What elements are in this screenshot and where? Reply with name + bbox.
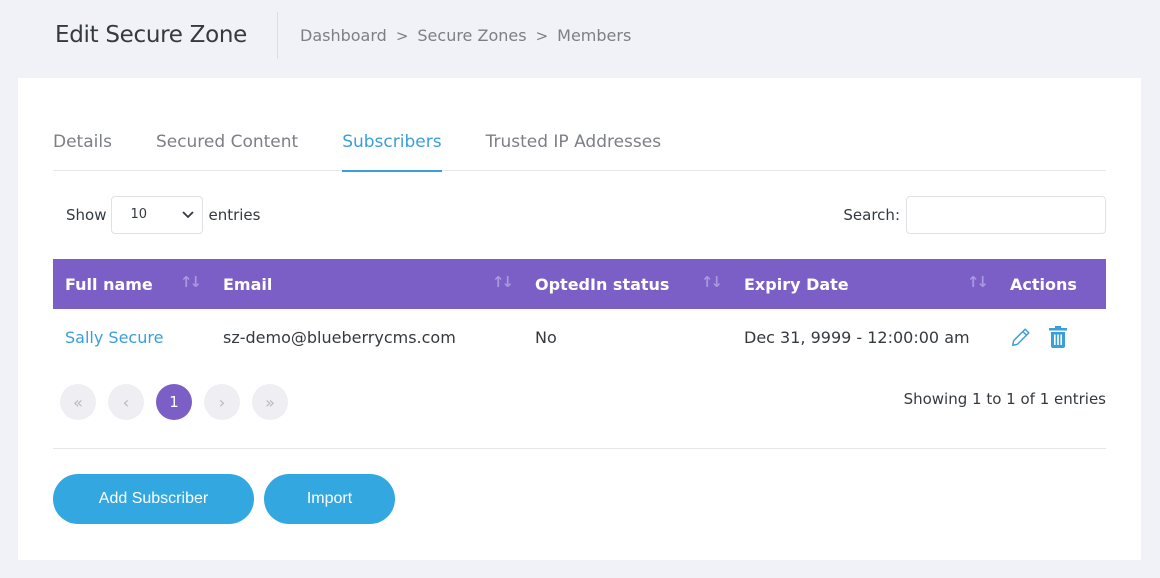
last-page-button[interactable]: »: [252, 384, 288, 420]
breadcrumb: Dashboard > Secure Zones > Members: [300, 26, 631, 45]
search-control: Search:: [843, 196, 1106, 234]
breadcrumb-separator: >: [535, 26, 549, 45]
search-input[interactable]: [906, 196, 1106, 234]
cell-full-name[interactable]: Sally Secure: [53, 309, 211, 365]
column-header-full-name[interactable]: Full name ↑↓: [53, 259, 211, 309]
page-size-value: 10: [130, 207, 148, 222]
entries-label: entries: [208, 206, 261, 224]
page-size-select[interactable]: 10: [111, 196, 204, 234]
cell-actions: [998, 309, 1106, 365]
next-page-button[interactable]: ›: [204, 384, 240, 420]
table-row: Sally Secure sz-demo@blueberrycms.com No…: [53, 309, 1106, 365]
column-header-email[interactable]: Email ↑↓: [211, 259, 523, 309]
column-header-label: Actions: [1010, 274, 1077, 294]
sort-icon[interactable]: ↑↓: [967, 273, 989, 291]
table-header-row: Full name ↑↓ Email ↑↓ OptedIn status ↑↓ …: [53, 259, 1106, 309]
divider: [53, 448, 1106, 449]
entries-summary: Showing 1 to 1 of 1 entries: [903, 390, 1106, 408]
tab-subscribers[interactable]: Subscribers: [342, 131, 442, 172]
content-card: Details Secured Content Subscribers Trus…: [18, 78, 1141, 560]
page-size-control: Show 10 entries: [66, 196, 260, 234]
chevron-down-icon: [182, 211, 195, 219]
page-title: Edit Secure Zone: [55, 22, 247, 48]
sort-icon[interactable]: ↑↓: [492, 273, 514, 291]
column-header-expiry-date[interactable]: Expiry Date ↑↓: [732, 259, 998, 309]
tab-bar: Details Secured Content Subscribers Trus…: [53, 131, 1106, 172]
breadcrumb-dashboard[interactable]: Dashboard: [300, 26, 387, 45]
page-1-button[interactable]: 1: [156, 384, 192, 420]
breadcrumb-separator: >: [395, 26, 409, 45]
title-divider: [277, 12, 278, 59]
cell-opted-in: No: [535, 327, 557, 347]
breadcrumb-secure-zones[interactable]: Secure Zones: [417, 26, 526, 45]
pagination: « ‹ 1 › »: [60, 384, 288, 420]
show-label: Show: [66, 206, 107, 224]
edit-pencil-icon[interactable]: [1010, 326, 1032, 348]
tab-trusted-ip-addresses[interactable]: Trusted IP Addresses: [486, 131, 662, 171]
breadcrumb-members: Members: [557, 26, 632, 45]
cell-email: sz-demo@blueberrycms.com: [223, 327, 456, 347]
column-header-optedin-status[interactable]: OptedIn status ↑↓: [523, 259, 732, 309]
trash-icon[interactable]: [1048, 326, 1068, 348]
subscribers-table: Full name ↑↓ Email ↑↓ OptedIn status ↑↓ …: [53, 259, 1106, 365]
tab-secured-content[interactable]: Secured Content: [156, 131, 298, 171]
column-header-actions: Actions: [998, 259, 1106, 309]
sort-icon[interactable]: ↑↓: [701, 273, 723, 291]
add-subscriber-button[interactable]: Add Subscriber: [53, 474, 254, 524]
search-label: Search:: [843, 206, 900, 224]
first-page-button[interactable]: «: [60, 384, 96, 420]
column-header-label: Email: [223, 274, 273, 294]
cell-expiry-date: Dec 31, 9999 - 12:00:00 am: [744, 327, 970, 347]
import-button[interactable]: Import: [264, 474, 395, 524]
column-header-label: OptedIn status: [535, 274, 670, 294]
column-header-label: Expiry Date: [744, 274, 849, 294]
previous-page-button[interactable]: ‹: [108, 384, 144, 420]
column-header-label: Full name: [65, 274, 153, 294]
tab-details[interactable]: Details: [53, 131, 112, 171]
sort-icon[interactable]: ↑↓: [180, 273, 202, 291]
